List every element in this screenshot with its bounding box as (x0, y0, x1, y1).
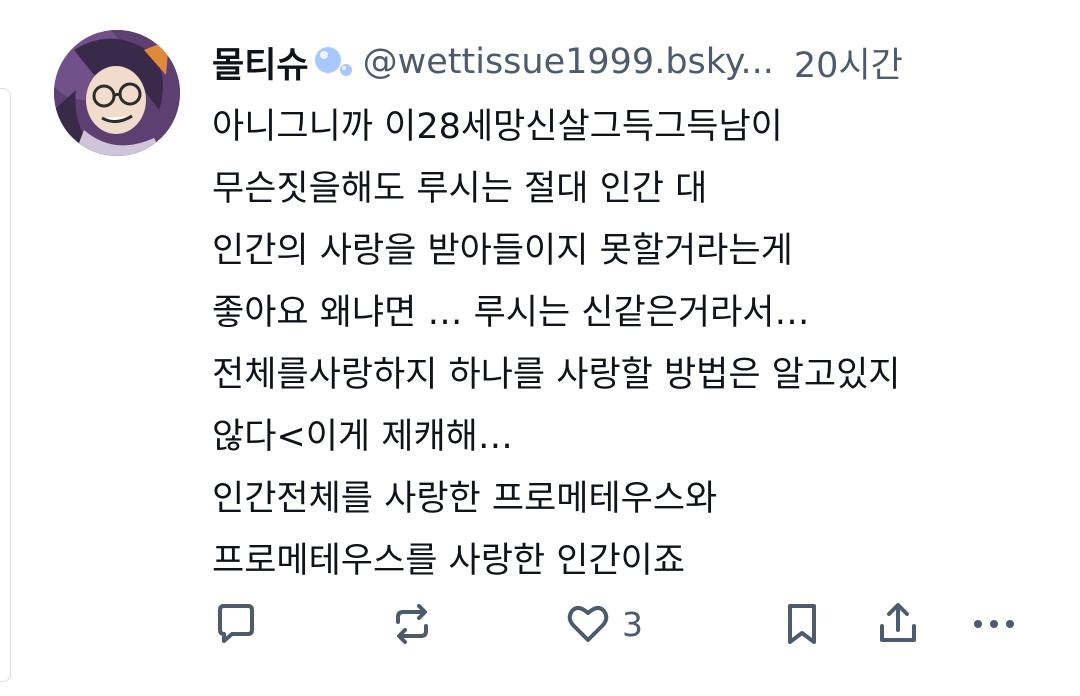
bookmark-button[interactable] (778, 596, 826, 652)
heart-icon (567, 606, 609, 642)
post-header: 몰티슈 @wettissue1999.bsky... 20시간 (212, 36, 903, 88)
post-actions: 3 (212, 596, 1032, 652)
repost-button[interactable] (388, 596, 436, 652)
bookmark-icon (788, 604, 816, 644)
repost-icon (396, 604, 428, 644)
post-line: 않다<이게 제캐해… (212, 417, 513, 457)
bubbles-icon (311, 40, 355, 84)
share-button[interactable] (874, 596, 922, 652)
post-line: 전체를사랑하지 하나를 사랑할 방법은 알고있지 (212, 355, 901, 395)
more-button[interactable] (970, 596, 1018, 652)
side-edge-tab (0, 88, 11, 682)
post-line: 인간의 사랑을 받아들이지 못할거라는게 (212, 231, 793, 271)
reply-button[interactable] (212, 596, 260, 652)
post-line: 좋아요 왜냐면 … 루시는 신같은거라서… (212, 293, 810, 333)
like-count: 3 (622, 604, 643, 644)
post-line: 프로메테우스를 사랑한 인간이죠 (212, 541, 686, 581)
share-icon (880, 603, 916, 642)
avatar[interactable] (54, 30, 180, 156)
author-handle[interactable]: @wettissue1999.bsky... (363, 42, 774, 82)
avatar-illustration (54, 30, 180, 156)
post-line: 무슨짓을해도 루시는 절대 인간 대 (212, 169, 708, 209)
post-line: 인간전체를 사랑한 프로메테우스와 (212, 479, 718, 519)
author-name[interactable]: 몰티슈 (212, 37, 309, 88)
post-text: 아니그니까 이28세망신살그득그득남이 무슨짓을해도 루시는 절대 인간 대 인… (212, 96, 1042, 592)
post-line: 아니그니까 이28세망신살그득그득남이 (212, 107, 783, 147)
reply-icon (218, 604, 254, 643)
more-icon (974, 620, 1014, 628)
like-button[interactable]: 3 (564, 596, 643, 652)
post-time[interactable]: 20시간 (794, 37, 903, 88)
